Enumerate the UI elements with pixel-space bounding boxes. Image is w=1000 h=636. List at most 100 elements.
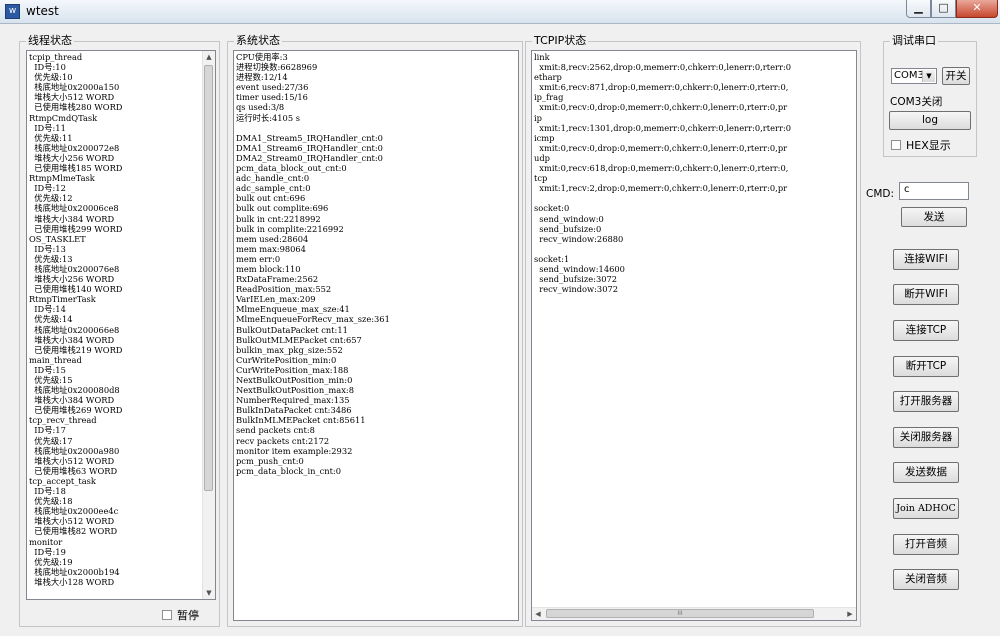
system-panel-line: 运行时长:4105 s	[236, 112, 300, 123]
minimize-button[interactable]: ▁	[906, 0, 931, 18]
thread-panel-line: 已使用堆栈299 WORD	[29, 223, 123, 234]
tcpip-status-textbox[interactable]: link xmit:8,recv:2562,drop:0,memerr:0,ch…	[531, 50, 857, 621]
thread-panel-line: 已使用堆栈140 WORD	[29, 284, 123, 295]
thread-panel-line: tcpip_thread	[29, 52, 83, 62]
system-panel-line: BulkOutDataPacket cnt:11	[236, 324, 348, 335]
tcpip-hscrollbar[interactable]: ◀ III ▶	[532, 607, 856, 620]
system-panel-line: bulk in complite:2216992	[236, 223, 344, 234]
thread-status-textbox[interactable]: tcpip_thread ID号:10 优先级:10 栈底地址0x2000a15…	[26, 50, 216, 600]
tcpip-panel-line	[534, 244, 791, 254]
system-panel-line: CPU使用率:3	[236, 52, 288, 62]
thread-panel-line: tcp_accept_task	[29, 475, 96, 486]
scroll-up-icon[interactable]: ▲	[203, 51, 215, 63]
tcpip-panel-line: xmit:0,recv:618,drop:0,memerr:0,chkerr:0…	[534, 163, 789, 174]
start-server-button[interactable]: 打开服务器	[893, 391, 959, 412]
thread-panel-line: 堆栈大小384 WORD	[29, 395, 115, 406]
system-panel-line: bulk in cnt:2218992	[236, 213, 321, 224]
system-panel-line: qs used:3/8	[236, 102, 285, 113]
system-status-content: CPU使用率:3 进程切换数:6628969 进程数:12/14 event used…	[236, 52, 390, 476]
thread-panel-line: 栈底地址0x200080d8	[29, 385, 120, 396]
thread-panel-line: 已使用堆栈185 WORD	[29, 163, 123, 174]
system-panel-line: pcm_data_block_out_cnt:0	[236, 163, 347, 174]
com-port-select[interactable]: COM3 ▼	[891, 68, 937, 84]
thread-panel-line: 堆栈大小512 WORD	[29, 92, 115, 103]
thread-panel-line: ID号:13	[29, 243, 66, 254]
tcpip-panel-line: xmit:0,recv:0,drop:0,memerr:0,chkerr:0,l…	[534, 102, 788, 113]
tcpip-panel-line: socket:1	[534, 253, 570, 264]
system-panel-line: BulkOutMLMEPacket cnt:657	[236, 334, 362, 345]
thread-panel-line: 优先级:12	[29, 193, 73, 204]
thread-panel-line: 优先级:11	[29, 132, 73, 143]
thread-scroll-thumb[interactable]	[204, 65, 213, 491]
tcpip-panel-line: ip	[534, 112, 542, 123]
cmd-send-button[interactable]: 发送	[901, 207, 967, 227]
hex-display-checkbox-row[interactable]: HEX显示	[891, 137, 951, 153]
title-bar: w wtest ▁ □ ✕	[0, 0, 1000, 24]
tcpip-panel-line: link	[534, 52, 550, 62]
system-panel-line: MlmeEnqueue_max_sze:41	[236, 304, 350, 315]
scroll-down-icon[interactable]: ▼	[203, 587, 215, 599]
system-panel-line: mem err:0	[236, 253, 281, 264]
disconnect-wifi-button[interactable]: 断开WIFI	[893, 284, 959, 305]
serial-toggle-button[interactable]: 开关	[942, 67, 970, 85]
system-panel-line: bulkin_max_pkg_size:552	[236, 344, 343, 355]
log-button[interactable]: log	[889, 111, 971, 130]
system-panel-line: mem block:110	[236, 263, 301, 274]
tcpip-panel-line: send_window:14600	[534, 263, 625, 274]
thread-panel-line: 优先级:17	[29, 435, 73, 446]
system-panel-line: DMA1_Stream6_IRQHandler_cnt:0	[236, 142, 383, 153]
connect-tcp-button[interactable]: 连接TCP	[893, 320, 959, 341]
cmd-label: CMD:	[866, 188, 895, 200]
system-panel-line: NextBulkOutPosition_min:0	[236, 375, 353, 385]
system-panel-line: send packets cnt:8	[236, 425, 315, 436]
thread-panel-line: ID号:15	[29, 364, 66, 375]
thread-vscrollbar[interactable]: ▲ ▼	[202, 51, 215, 599]
pause-checkbox[interactable]	[162, 610, 172, 620]
connect-wifi-button[interactable]: 连接WIFI	[893, 249, 959, 270]
com-port-value: COM3	[894, 70, 924, 81]
system-panel-line: DMA1_Stream5_IRQHandler_cnt:0	[236, 132, 383, 143]
thread-status-title: 线程状态	[26, 34, 74, 48]
chevron-down-icon[interactable]: ▼	[922, 70, 935, 82]
send-data-button[interactable]: 发送数据	[893, 462, 959, 483]
scroll-grip: III	[677, 610, 683, 617]
app-icon: w	[5, 4, 20, 19]
tcpip-scroll-thumb[interactable]: III	[546, 609, 814, 618]
thread-panel-line: ID号:11	[29, 122, 66, 133]
system-status-textbox[interactable]: CPU使用率:3 进程切换数:6628969 进程数:12/14 event used…	[233, 50, 519, 621]
thread-panel-line: 栈底地址0x2000ee4c	[29, 506, 119, 517]
system-panel-line: event used:27/36	[236, 82, 309, 93]
tcpip-panel-line: send_window:0	[534, 213, 604, 224]
tcpip-panel-line: recv_window:26880	[534, 233, 624, 244]
close-icon: ✕	[972, 1, 982, 14]
tcpip-panel-line: xmit:6,recv:871,drop:0,memerr:0,chkerr:0…	[534, 82, 789, 93]
scroll-right-icon[interactable]: ▶	[844, 608, 856, 620]
pause-checkbox-row[interactable]: 暂停	[162, 607, 199, 623]
open-audio-button[interactable]: 打开音频	[893, 534, 959, 555]
maximize-button[interactable]: □	[931, 0, 956, 18]
scroll-left-icon[interactable]: ◀	[532, 608, 544, 620]
cmd-input-value: c	[904, 184, 910, 195]
thread-panel-line: 栈底地址0x2000a150	[29, 82, 120, 93]
thread-status-content: tcpip_thread ID号:10 优先级:10 栈底地址0x2000a15…	[29, 52, 122, 587]
system-panel-line: NextBulkOutPosition_max:8	[236, 385, 354, 396]
system-panel-line: pcm_data_block_in_cnt:0	[236, 465, 341, 476]
join-adhoc-button[interactable]: Join ADHOC	[893, 498, 959, 519]
disconnect-tcp-button[interactable]: 断开TCP	[893, 356, 959, 377]
thread-panel-line: 已使用堆栈82 WORD	[29, 526, 118, 537]
system-panel-line: BulkInMLMEPacket cnt:85611	[236, 415, 366, 426]
thread-panel-line: ID号:18	[29, 486, 66, 497]
tcpip-panel-line: xmit:8,recv:2562,drop:0,memerr:0,chkerr:…	[534, 62, 792, 73]
thread-panel-line: ID号:10	[29, 62, 66, 73]
thread-panel-line: 堆栈大小384 WORD	[29, 213, 115, 224]
minimize-icon: ▁	[914, 1, 923, 14]
hex-display-checkbox[interactable]	[891, 140, 901, 150]
close-button[interactable]: ✕	[956, 0, 998, 18]
thread-panel-line: tcp_recv_thread	[29, 415, 97, 426]
stop-server-button[interactable]: 关闭服务器	[893, 427, 959, 448]
tcpip-panel-line: udp	[534, 152, 550, 163]
thread-panel-line: 栈底地址0x200072e8	[29, 142, 120, 153]
close-audio-button[interactable]: 关闭音频	[893, 569, 959, 590]
thread-panel-line: 已使用堆栈269 WORD	[29, 405, 123, 416]
cmd-input[interactable]: c	[899, 182, 969, 200]
